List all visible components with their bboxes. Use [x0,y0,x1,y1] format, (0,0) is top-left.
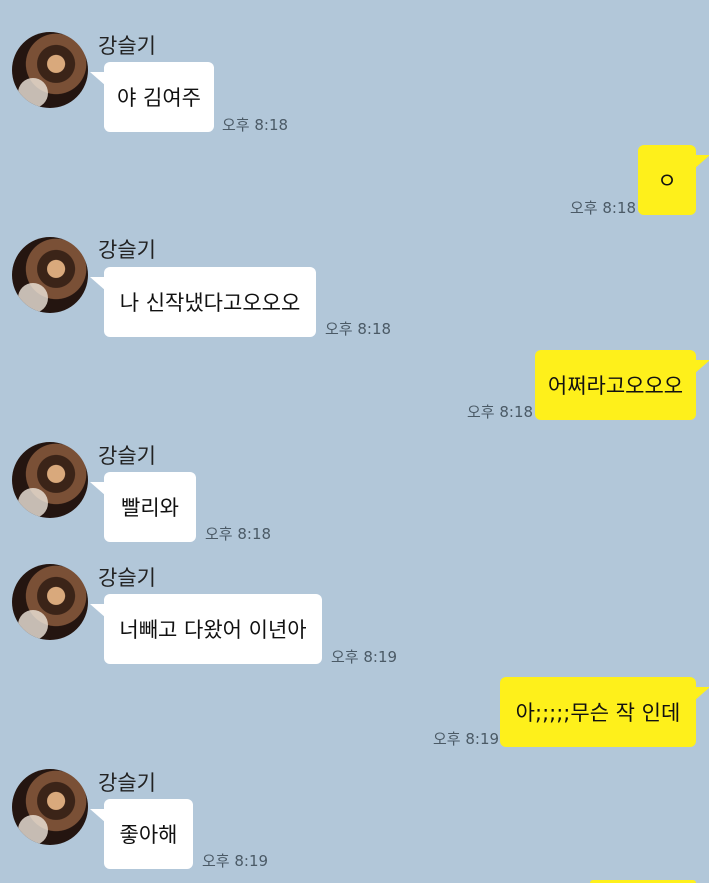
message-time: 오후 8:18 [222,116,289,134]
sender-name: 강슬기 [98,238,156,262]
message-time: 오후 8:19 [433,730,500,748]
message-time: 오후 8:19 [331,648,398,666]
message-bubble[interactable]: 너빼고 다왔어 이년아 [104,594,322,664]
message-bubble[interactable]: 빨리와 [104,472,196,542]
message-time: 오후 8:18 [205,525,272,543]
chat-window: 강슬기 야 김여주 오후 8:18 ㅇ 오후 8:18 강슬기 나 신작냈다고오… [0,0,709,883]
bubble-tail [694,687,709,701]
avatar[interactable] [12,442,88,518]
avatar[interactable] [12,237,88,313]
sender-name: 강슬기 [98,34,156,58]
bubble-tail [694,155,709,169]
message-time: 오후 8:18 [467,403,534,421]
sender-name: 강슬기 [98,771,156,795]
sender-name: 강슬기 [98,444,156,468]
avatar[interactable] [12,769,88,845]
bubble-tail [694,360,709,374]
message-bubble[interactable]: 어쩌라고오오오 [535,350,696,420]
sender-name: 강슬기 [98,566,156,590]
message-time: 오후 8:19 [202,852,269,870]
message-bubble[interactable]: 야 김여주 [104,62,214,132]
message-bubble[interactable]: ㅇ [638,145,696,215]
message-bubble[interactable]: 아;;;;;무슨 작 인데 [500,677,696,747]
message-time: 오후 8:18 [325,320,392,338]
avatar[interactable] [12,564,88,640]
message-time: 오후 8:18 [570,199,637,217]
message-bubble[interactable]: 좋아해 [104,799,193,869]
message-bubble[interactable]: 나 신작냈다고오오오 [104,267,316,337]
avatar[interactable] [12,32,88,108]
